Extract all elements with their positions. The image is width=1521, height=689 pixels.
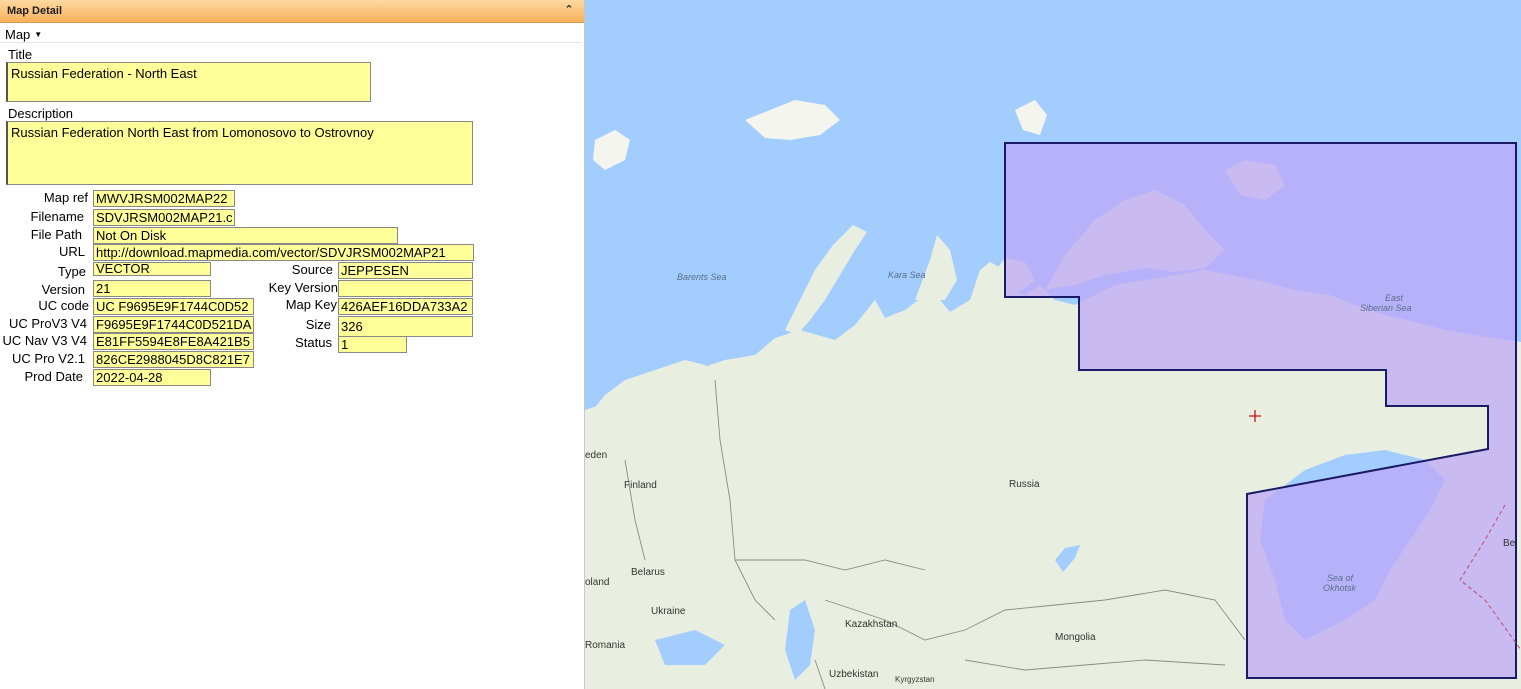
filename-field[interactable]: SDVJRSM002MAP21.c bbox=[93, 209, 235, 226]
type-label: Type bbox=[57, 264, 86, 279]
version-label: Version bbox=[41, 282, 85, 297]
kyrgyzstan-label: Kyrgyzstan bbox=[895, 675, 935, 684]
belarus-label: Belarus bbox=[631, 567, 665, 578]
map-view[interactable]: Barents Sea Kara Sea East Siberian Sea S… bbox=[585, 0, 1521, 689]
title-label: Title bbox=[8, 47, 33, 62]
menu-bar: Map ▼ bbox=[0, 25, 582, 43]
uc-code-label: UC code bbox=[38, 298, 89, 313]
status-label: Status bbox=[295, 335, 332, 350]
dropdown-arrow-icon: ▼ bbox=[34, 30, 43, 39]
russia-label: Russia bbox=[1009, 479, 1040, 490]
source-field[interactable]: JEPPESEN bbox=[338, 262, 473, 279]
panel-title: Map Detail bbox=[7, 5, 63, 17]
sea-of-okhotsk-label-2: Okhotsk bbox=[1323, 583, 1357, 593]
prod-date-label: Prod Date bbox=[24, 369, 83, 384]
key-version-label: Key Version bbox=[268, 280, 338, 295]
map-menu[interactable]: Map ▼ bbox=[5, 27, 42, 42]
uc-prov21-field[interactable]: 826CE2988045D8C821E7 bbox=[93, 351, 254, 368]
prod-date-field[interactable]: 2022-04-28 bbox=[93, 369, 211, 386]
bering-label: Be bbox=[1503, 538, 1516, 549]
sweden-label: eden bbox=[585, 450, 607, 461]
key-version-field[interactable] bbox=[338, 280, 473, 297]
kazakhstan-label: Kazakhstan bbox=[845, 619, 897, 630]
double-chevron-up-icon[interactable]: ⌃ bbox=[563, 4, 575, 16]
uc-prov21-label: UC Pro V2.1 bbox=[12, 351, 85, 366]
title-field[interactable]: Russian Federation - North East bbox=[6, 62, 371, 102]
kara-sea-label: Kara Sea bbox=[888, 270, 926, 280]
ukraine-label: Ukraine bbox=[651, 606, 686, 617]
url-field[interactable]: http://download.mapmedia.com/vector/SDVJ… bbox=[93, 244, 474, 261]
romania-label: Romania bbox=[585, 640, 625, 651]
map-ref-label: Map ref bbox=[43, 190, 88, 205]
status-field[interactable]: 1 bbox=[338, 336, 407, 353]
version-field[interactable]: 21 bbox=[93, 280, 211, 297]
file-path-label: File Path bbox=[30, 227, 82, 242]
size-field[interactable]: 326 bbox=[338, 316, 473, 337]
map-ref-field[interactable]: MWVJRSM002MAP22 bbox=[93, 190, 235, 207]
map-menu-label: Map bbox=[5, 27, 31, 42]
source-label: Source bbox=[291, 262, 333, 277]
filename-label: Filename bbox=[30, 209, 84, 224]
type-field[interactable]: VECTOR bbox=[93, 262, 211, 276]
panel-header: Map Detail ⌃ bbox=[0, 0, 584, 23]
mongolia-label: Mongolia bbox=[1055, 632, 1096, 643]
finland-label: Finland bbox=[624, 480, 657, 491]
map-key-field[interactable]: 426AEF16DDA733A2 bbox=[338, 298, 473, 315]
uc-prov3-label: UC ProV3 V4 bbox=[8, 316, 87, 331]
url-label: URL bbox=[58, 244, 85, 259]
poland-label: oland bbox=[585, 577, 609, 588]
file-path-field[interactable]: Not On Disk bbox=[93, 227, 398, 244]
map-key-label: Map Key bbox=[285, 297, 337, 312]
east-siberian-sea-label-2: Siberian Sea bbox=[1360, 303, 1412, 313]
east-siberian-sea-label-1: East bbox=[1385, 293, 1404, 303]
sea-of-okhotsk-label-1: Sea of bbox=[1327, 573, 1355, 583]
map-canvas[interactable]: Barents Sea Kara Sea East Siberian Sea S… bbox=[585, 0, 1521, 689]
size-label: Size bbox=[305, 317, 331, 332]
barents-sea-label: Barents Sea bbox=[677, 272, 727, 282]
description-field[interactable]: Russian Federation North East from Lomon… bbox=[6, 121, 473, 185]
map-detail-panel: Map Detail ⌃ Map ▼ Title Russian Federati… bbox=[0, 0, 585, 689]
description-label: Description bbox=[8, 106, 74, 121]
uzbekistan-label: Uzbekistan bbox=[829, 669, 878, 680]
uc-navv3-label: UC Nav V3 V4 bbox=[2, 333, 87, 348]
